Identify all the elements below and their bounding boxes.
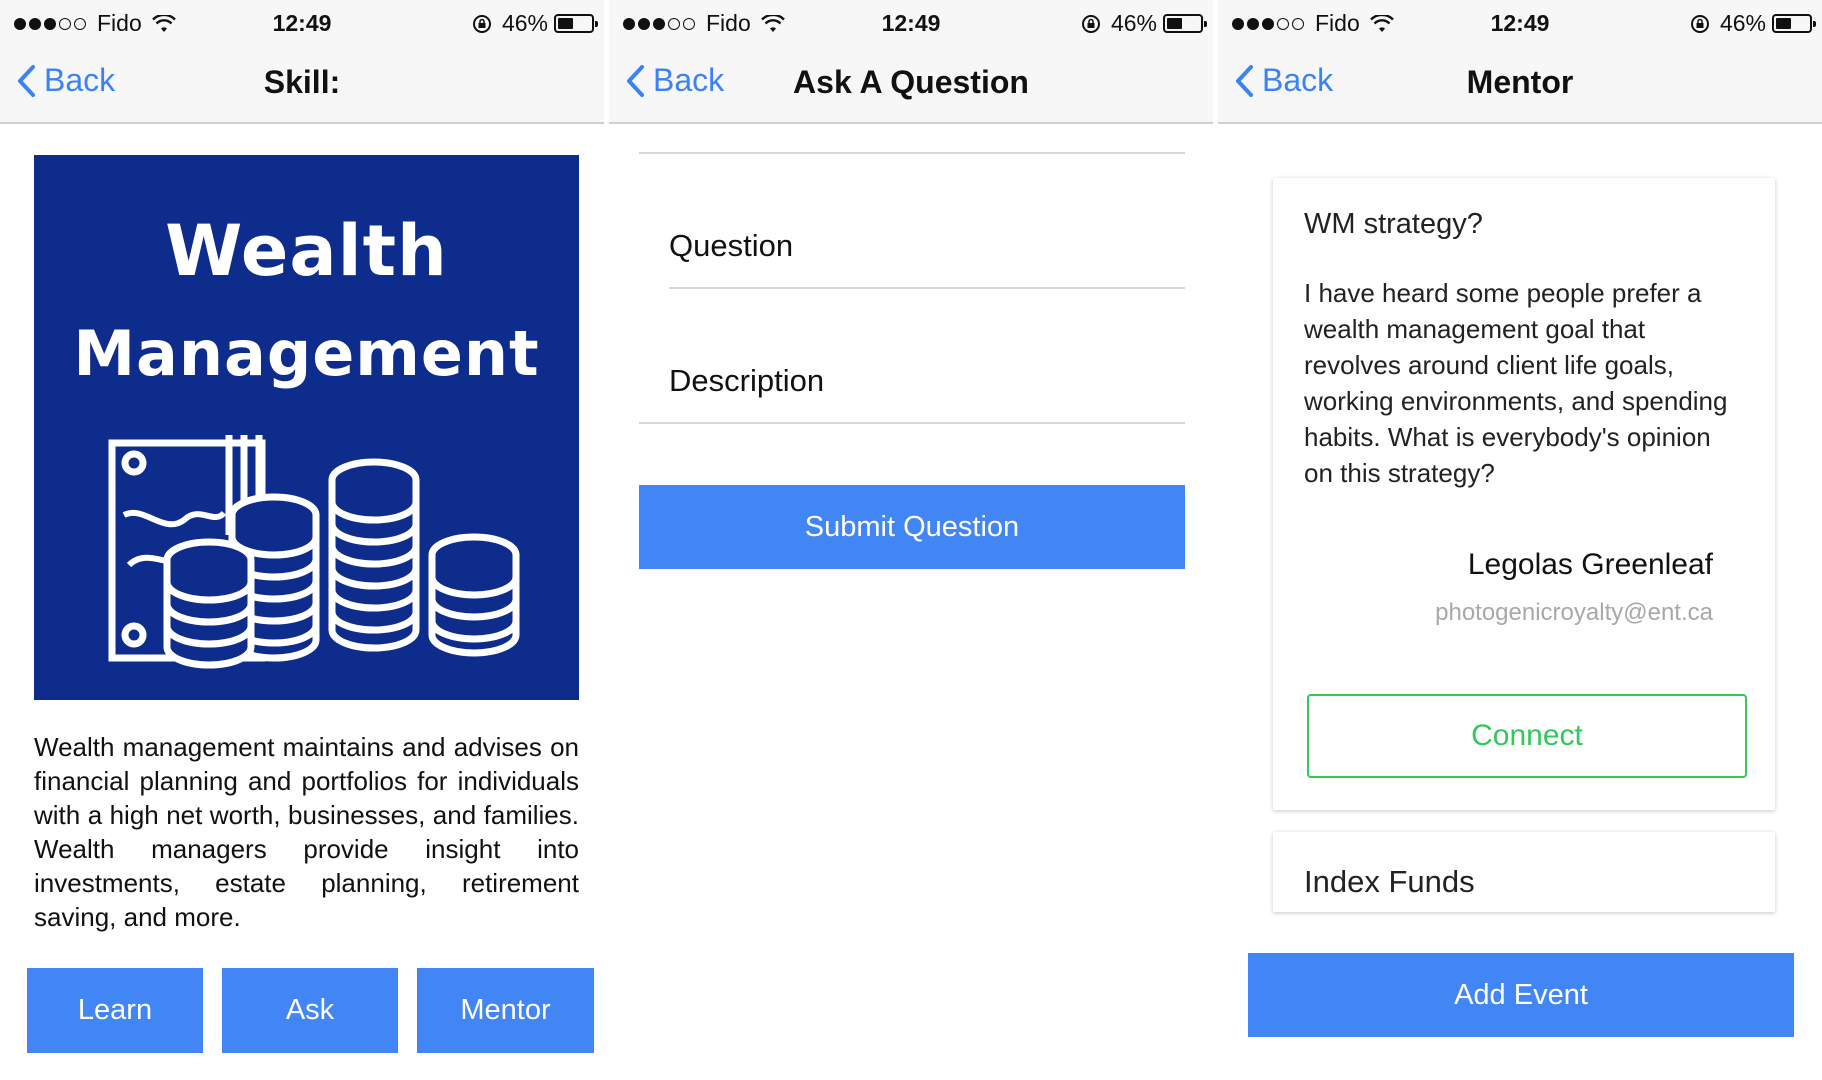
question-field[interactable]: Question [669, 228, 793, 264]
submit-question-button[interactable]: Submit Question [639, 485, 1185, 569]
status-bar: Fido 12:49 46% [0, 0, 604, 46]
mentor-screen: Fido 12:49 46% Back Mentor WM strategy? … [1218, 0, 1822, 1080]
navigation-bar: Back Skill: [0, 46, 604, 124]
mentor-button[interactable]: Mentor [417, 968, 594, 1053]
skill-description: Wealth management maintains and advises … [34, 732, 579, 932]
ask-question-screen: Fido 12:49 46% Back Ask A Question Quest… [609, 0, 1213, 1080]
page-title: Mentor [1466, 64, 1574, 100]
connect-button[interactable]: Connect [1307, 694, 1747, 778]
learn-button[interactable]: Learn [27, 968, 203, 1053]
battery-percent: 46% [1110, 10, 1157, 36]
skill-image: Wealth Management [34, 155, 579, 700]
ask-button[interactable]: Ask [222, 968, 398, 1053]
battery-icon [554, 14, 598, 33]
navigation-bar: Back Ask A Question [609, 46, 1213, 124]
add-event-button[interactable]: Add Event [1248, 953, 1794, 1037]
question-field-underline [669, 287, 1185, 289]
author-name: Legolas Greenleaf [1467, 548, 1713, 581]
status-bar: Fido 12:49 46% [609, 0, 1213, 46]
navigation-bar: Back Mentor [1218, 46, 1822, 124]
rotation-lock-icon [1690, 14, 1709, 33]
page-title: Skill: [263, 64, 341, 100]
page-title: Ask A Question [793, 64, 1029, 100]
rotation-lock-icon [472, 14, 491, 33]
skill-screen: Fido 12:49 46% Back Skill: Wealth Manage… [0, 0, 604, 1080]
rotation-lock-icon [1081, 14, 1100, 33]
battery-percent: 46% [1719, 10, 1766, 36]
skill-image-title-line2: Management [73, 317, 540, 390]
description-field-underline [639, 422, 1185, 424]
question-card-title: Index Funds [1304, 864, 1475, 899]
author-email: photogenicroyalty@ent.ca [1435, 599, 1713, 626]
battery-percent: 46% [501, 10, 548, 36]
question-card[interactable]: Index Funds [1273, 832, 1775, 912]
question-card: WM strategy? I have heard some people pr… [1273, 178, 1775, 810]
form-top-divider [639, 152, 1185, 154]
question-card-body: I have heard some people prefer a wealth… [1304, 278, 1728, 488]
description-field[interactable]: Description [669, 363, 824, 399]
skill-image-title-line1: Wealth [165, 210, 448, 292]
money-coins-icon [108, 435, 520, 669]
question-card-title: WM strategy? [1304, 208, 1483, 240]
battery-icon [1163, 14, 1207, 33]
battery-icon [1772, 14, 1816, 33]
status-bar: Fido 12:49 46% [1218, 0, 1822, 46]
